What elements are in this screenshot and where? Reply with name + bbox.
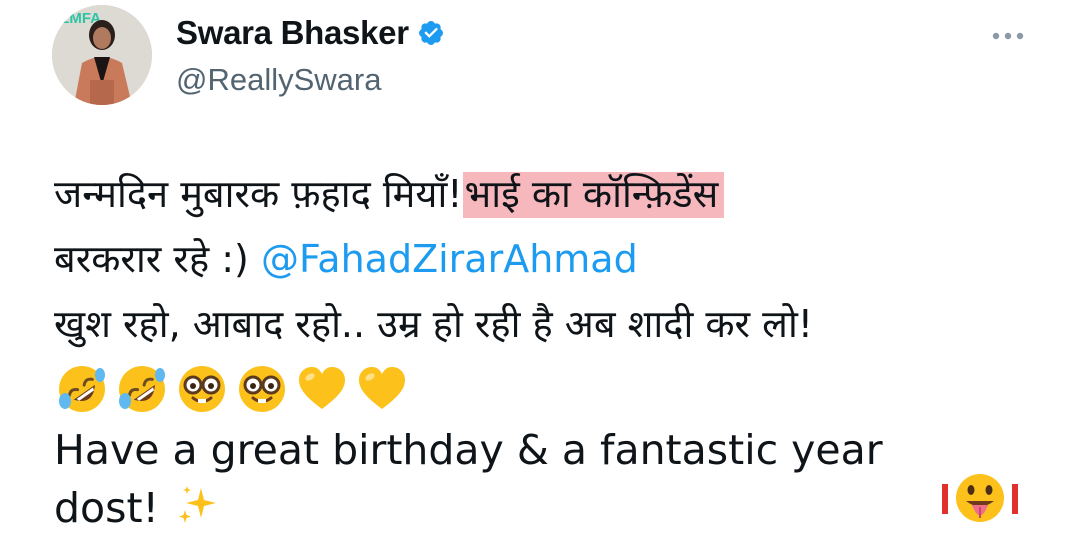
tweet-line-5-text: dost! bbox=[54, 484, 159, 532]
nerd-face-emoji bbox=[239, 366, 285, 412]
more-options-icon[interactable] bbox=[988, 28, 1028, 44]
verified-badge-icon bbox=[417, 19, 445, 47]
tweet-line-1-text: जन्मदिन मुबारक फ़हाद मियाँ! bbox=[54, 172, 463, 216]
nerd-face-emoji bbox=[179, 366, 225, 412]
tweet-text: जन्मदिन मुबारक फ़हाद मियाँ!भाई का कॉन्फ़… bbox=[54, 162, 1044, 537]
sparkles-emoji bbox=[178, 486, 216, 523]
yellow-heart-emoji bbox=[299, 367, 345, 409]
mention-link[interactable]: @FahadZirarAhmad bbox=[261, 237, 638, 281]
tweet-card[interactable]: ILMFA Swara Bhasker @ReallySwara जन्मदिन bbox=[0, 0, 1080, 552]
tweet-line-4: Have a great birthday & a fantastic year bbox=[54, 426, 883, 474]
emoji-row bbox=[56, 359, 1044, 419]
rofl-emoji bbox=[119, 366, 165, 412]
author-display-name[interactable]: Swara Bhasker bbox=[176, 14, 409, 52]
tweet-line-1: जन्मदिन मुबारक फ़हाद मियाँ!भाई का कॉन्फ़… bbox=[54, 162, 1044, 227]
yellow-heart-emoji bbox=[359, 367, 405, 409]
rofl-emoji bbox=[59, 366, 105, 412]
tweet-line-2-text: बरकरार रहे :) bbox=[54, 237, 261, 281]
author-name-row[interactable]: Swara Bhasker bbox=[176, 14, 445, 52]
avatar[interactable]: ILMFA bbox=[52, 5, 152, 105]
tweet-line-5: dost! bbox=[54, 479, 1044, 537]
author-handle[interactable]: @ReallySwara bbox=[176, 62, 381, 98]
highlighted-text: भाई का कॉन्फ़िडेंस bbox=[462, 172, 725, 218]
tongue-face-emoji bbox=[942, 474, 1018, 522]
tweet-line-2: बरकरार रहे :) @FahadZirarAhmad bbox=[54, 227, 1044, 292]
tweet-line-3: खुश रहो, आबाद रहो.. उम्र हो रही है अब शा… bbox=[54, 302, 814, 346]
